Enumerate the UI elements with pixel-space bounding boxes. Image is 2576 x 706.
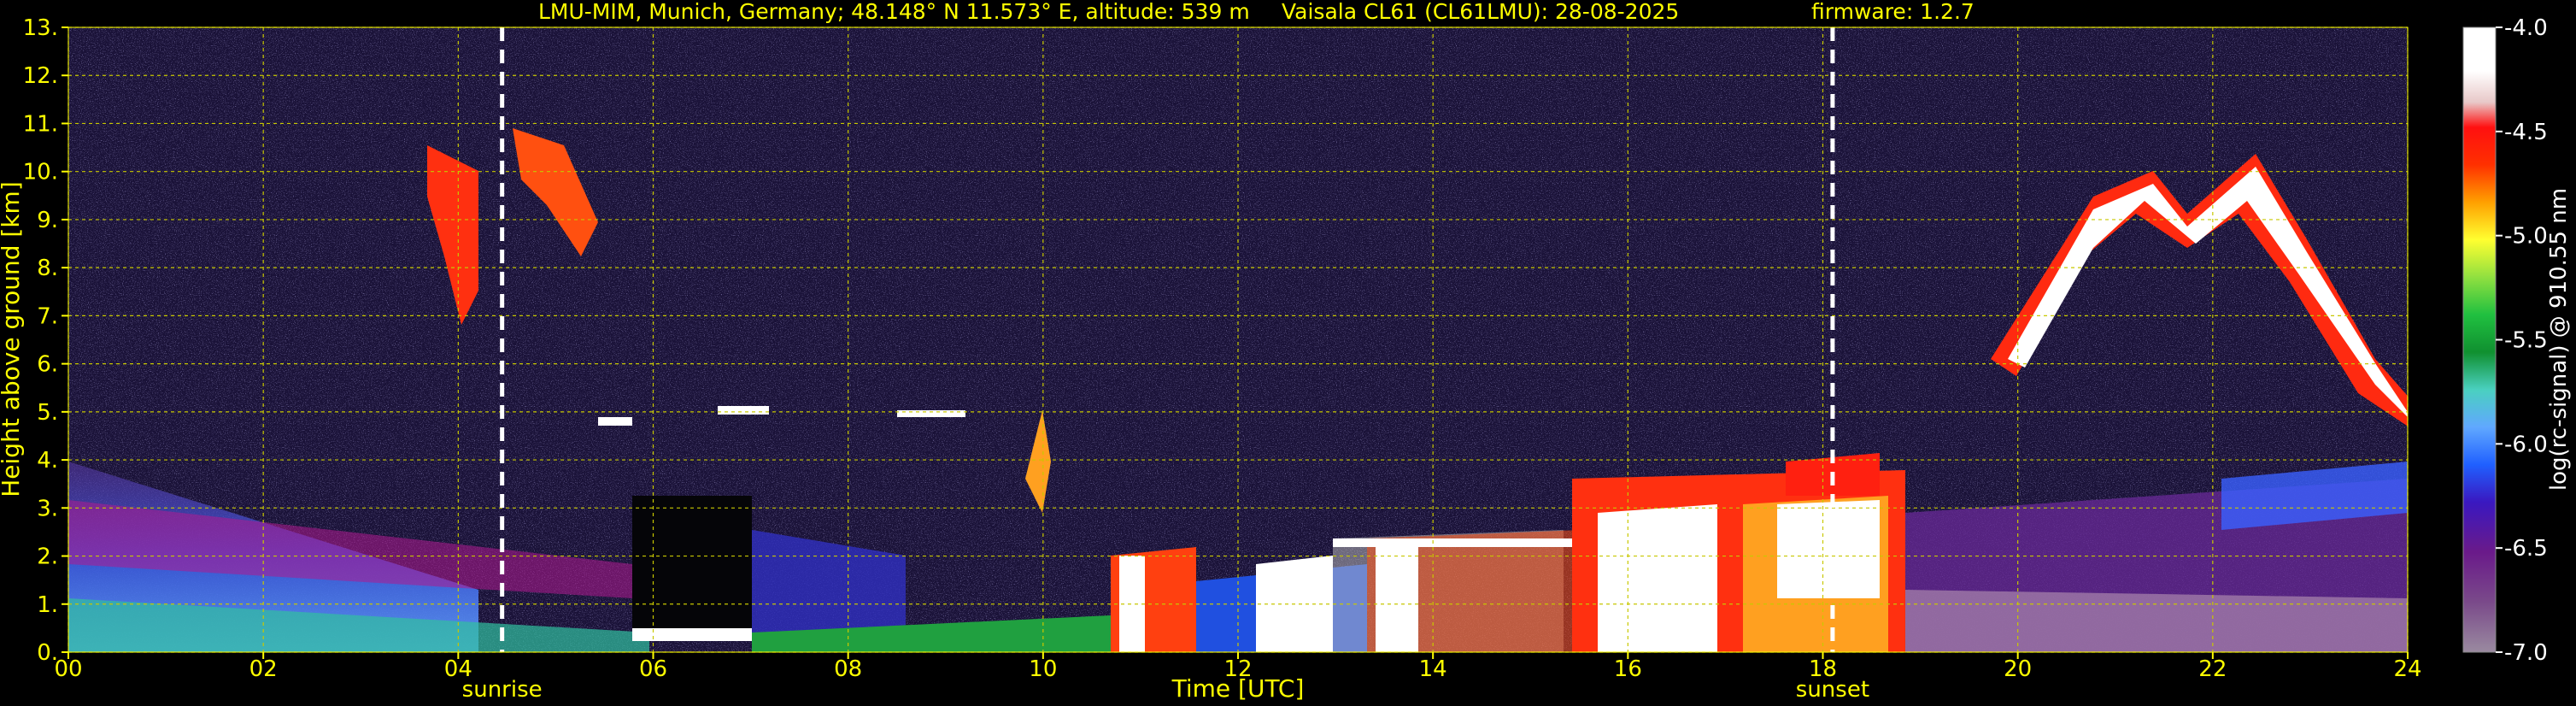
y-tick-label: 10. [23,160,58,185]
event-label-sunset: sunset [1796,677,1869,703]
y-tick-label: 8. [37,256,58,281]
x-tick-label: 06 [639,656,667,682]
event-labels: sunrise sunset [462,677,1869,703]
x-tick-label: 24 [2393,656,2421,682]
header-instrument: Vaisala CL61 (CL61LMU): 28-08-2025 [1282,0,1679,24]
x-tick-label: 16 [1614,656,1642,682]
y-axis-label: Height above ground [km] [0,181,25,497]
colorbar-tick-label: -7.0 [2504,640,2548,666]
x-tick-label: 22 [2198,656,2227,682]
colorbar: -4.0 -4.5 -5.0 -5.5 -6.0 -6.5 -7.0 log(rc-sign… [2462,15,2572,666]
y-tick-label: 1. [37,592,58,618]
y-tick-label: 12. [23,63,58,89]
x-tick-label: 02 [249,656,278,682]
x-tick-label: 10 [1029,656,1057,682]
x-tick-label: 20 [2004,656,2032,682]
x-tick-label: 00 [54,656,82,682]
y-tick-label: 9. [37,208,58,233]
y-tick-label: 7. [37,303,58,329]
y-tick-label: 6. [37,352,58,378]
ceilometer-chart: 0.1.2.3.4.5.6.7.8.9.10.11.12.13. 00 02 04 0… [0,0,2572,703]
y-axis-ticks: 0.1.2.3.4.5.6.7.8.9.10.11.12.13. [23,15,68,666]
header-station: LMU-MIM, Munich, Germany; 48.148° N 11.5… [538,0,1250,24]
colorbar-gradient [2463,27,2496,652]
colorbar-tick-label: -6.0 [2504,432,2548,457]
y-tick-label: 13. [23,15,58,41]
y-tick-label: 2. [37,544,58,570]
y-tick-label: 11. [23,111,58,137]
y-tick-label: 5. [37,400,58,426]
x-tick-label: 14 [1419,656,1447,682]
y-tick-label: 4. [37,448,58,474]
colorbar-tick-label: -4.0 [2504,15,2548,41]
colorbar-tick-label: -5.0 [2504,224,2548,250]
colorbar-tick-label: -4.5 [2504,120,2548,145]
event-label-sunrise: sunrise [462,677,543,703]
plot-area [67,26,2409,653]
chart-header: LMU-MIM, Munich, Germany; 48.148° N 11.5… [538,0,1975,24]
header-firmware: firmware: 1.2.7 [1811,0,1975,24]
x-tick-label: 08 [834,656,862,682]
colorbar-label: log(rc-signal) @ 910.55 nm [2546,188,2572,491]
colorbar-tick-label: -6.5 [2504,536,2548,562]
y-tick-label: 3. [37,496,58,521]
x-axis-label: Time [UTC] [1171,674,1305,703]
colorbar-ticks: -4.0 -4.5 -5.0 -5.5 -6.0 -6.5 -7.0 [2496,15,2548,666]
colorbar-tick-label: -5.5 [2504,328,2548,354]
